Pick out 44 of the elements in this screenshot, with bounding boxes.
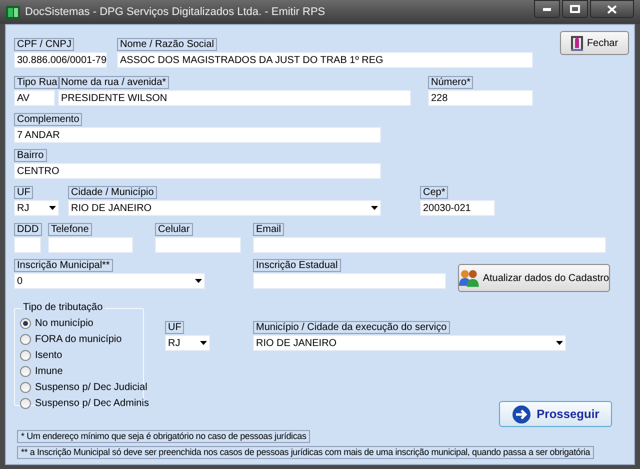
field-label: CPF / CNPJ: [14, 38, 74, 51]
text-field[interactable]: AV: [14, 90, 55, 106]
dropdown[interactable]: RJ: [14, 200, 59, 216]
dropdown[interactable]: 0: [14, 273, 205, 289]
footnote: ** a Inscrição Municipal só deve ser preenchida nos casos de pessoas jurídicas com mais de uma inscrição municipal, quando passa a ser obrigatória: [17, 446, 594, 459]
text-field[interactable]: 20030-021: [420, 200, 495, 216]
field-label: Nome / Razão Social: [117, 38, 217, 51]
update-button[interactable]: Atualizar dados do Cadastro: [458, 264, 610, 292]
field-label: Bairro: [14, 149, 47, 162]
radio-label: Suspenso p/ Dec Adminis: [35, 396, 149, 410]
dropdown[interactable]: RIO DE JANEIRO: [68, 200, 381, 216]
text-field[interactable]: 228: [428, 90, 533, 106]
field-label: Inscrição Estadual: [253, 259, 341, 272]
radio-label: Imune: [35, 364, 63, 378]
text-field[interactable]: CENTRO: [14, 163, 381, 179]
text-field[interactable]: ASSOC DOS MAGISTRADOS DA JUST DO TRAB 1º REG: [117, 52, 533, 68]
field-label: Inscrição Municipal**: [14, 259, 113, 272]
text-field[interactable]: PRESIDENTE WILSON: [58, 90, 411, 106]
dropdown[interactable]: RJ: [165, 335, 210, 351]
radio-label: No município: [35, 316, 94, 330]
radio-label: FORA do município: [35, 332, 122, 346]
field-label: Cep*: [420, 186, 448, 199]
radio-label: Suspenso p/ Dec Judicial: [35, 380, 148, 394]
text-field[interactable]: 30.886.006/0001-79: [14, 52, 107, 68]
field-label: Complemento: [14, 113, 82, 126]
footnote: * Um endereço mínimo que seja é obrigatório no caso de pessoas jurídicas: [17, 430, 310, 443]
field-label: Município / Cidade da execução do serviço: [253, 321, 450, 334]
field-label: UF: [14, 186, 34, 199]
field-label: Nome da rua / avenida*: [58, 76, 170, 89]
proceed-button[interactable]: Prosseguir: [499, 401, 612, 427]
group-title: Tipo de tributação: [21, 301, 105, 315]
close-button[interactable]: Fechar: [560, 31, 629, 55]
field-label: DDD: [14, 223, 42, 236]
text-field[interactable]: 7 ANDAR: [14, 127, 381, 143]
field-label: Número*: [428, 76, 474, 89]
radio-label: Isento: [35, 348, 62, 362]
field-label: Celular: [155, 223, 193, 236]
field-label: Email: [253, 223, 284, 236]
field-label: Cidade / Município: [68, 186, 157, 199]
field-label: Telefone: [48, 223, 92, 236]
field-label: UF: [165, 321, 184, 334]
dropdown[interactable]: RIO DE JANEIRO: [253, 335, 566, 351]
field-label: Tipo Rua: [14, 76, 60, 89]
window-title: DocSistemas - DPG Serviços Digitalizados Ltda. - Emitir RPS: [25, 4, 326, 20]
